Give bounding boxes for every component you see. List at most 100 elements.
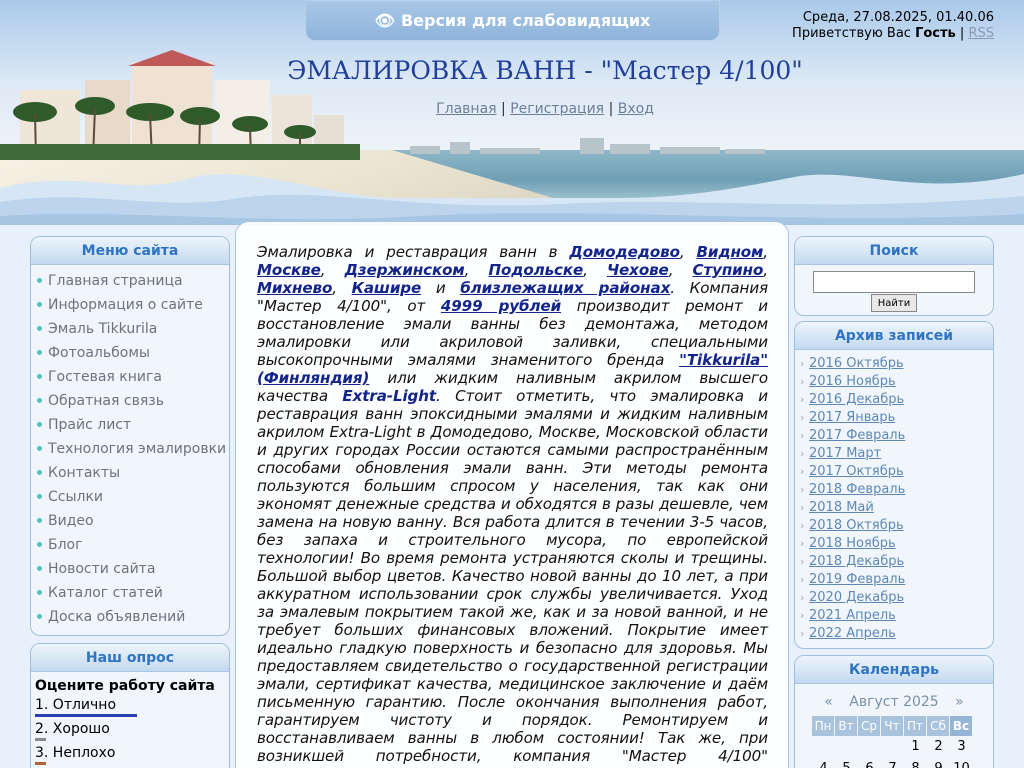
archive-item: 2018 Декабрь [800, 553, 993, 571]
calendar-prev-button[interactable]: « [818, 694, 839, 710]
nav-link-home[interactable]: Главная [436, 101, 496, 117]
archive-item: 2018 Октябрь [800, 517, 993, 535]
content-link[interactable]: Дзержинском [345, 261, 465, 279]
archive-link[interactable]: 2016 Ноябрь [809, 374, 896, 389]
sidebar-menu-item[interactable]: Ссылки [37, 485, 229, 509]
site-menu-list: Главная страница Информация о сайте Эмаль … [31, 265, 229, 629]
calendar-day: 6 [858, 758, 881, 768]
sidebar-menu-item[interactable]: Фотоальбомы [37, 341, 229, 365]
greeting-text: Приветствую Вас [792, 26, 911, 41]
archive-link[interactable]: 2021 Апрель [809, 608, 896, 623]
archive-link[interactable]: 2018 Май [809, 500, 874, 515]
calendar-day: 5 [835, 758, 858, 768]
calendar-day [812, 736, 835, 758]
content-link[interactable]: Ступино [692, 261, 763, 279]
archive-link[interactable]: 2022 Апрель [809, 626, 896, 641]
content-link[interactable]: Домодедово [569, 243, 680, 261]
poll-question: Оцените работу сайта [35, 678, 215, 694]
guest-name: Гость [915, 26, 956, 41]
content-text-segment: , [763, 243, 768, 261]
archive-list: 2016 Октябрь 2016 Ноябрь 2016 Декабрь 2017 … [795, 350, 993, 643]
calendar-weekday: Чт [881, 716, 904, 736]
archive-link[interactable]: 2018 Ноябрь [809, 536, 896, 551]
sidebar-menu-item[interactable]: Главная страница [37, 269, 229, 293]
header-banner: 👁 Версия для слабовидящих ЭМАЛИРОВКА ВАН… [0, 0, 1024, 225]
sidebar-menu-item[interactable]: Прайс лист [37, 413, 229, 437]
archive-item: 2018 Ноябрь [800, 535, 993, 553]
calendar-month-nav: « Август 2025 » [795, 694, 993, 710]
archive-link[interactable]: 2019 Февраль [809, 572, 905, 587]
poll-title: Наш опрос [31, 644, 229, 672]
calendar-next-button[interactable]: » [949, 694, 970, 710]
site-title: ЭМАЛИРОВКА ВАНН - "Мастер 4/100" [287, 56, 803, 85]
search-input[interactable] [813, 271, 975, 293]
sidebar-menu-item[interactable]: Информация о сайте [37, 293, 229, 317]
banner-water-splash-image [0, 174, 1024, 225]
nav-link-register[interactable]: Регистрация [510, 101, 604, 117]
content-link[interactable]: Чехове [607, 261, 669, 279]
sidebar-menu-item[interactable]: Видео [37, 509, 229, 533]
archive-title: Архив записей [795, 322, 993, 350]
sidebar-menu-item[interactable]: Эмаль Tikkurila [37, 317, 229, 341]
calendar-day: 7 [881, 758, 904, 768]
poll-body: Оцените работу сайта 1. Отлично 2. Хорошо… [31, 672, 229, 768]
content-link[interactable]: близлежащих районах [460, 279, 670, 297]
archive-link[interactable]: 2018 Февраль [809, 482, 905, 497]
content-text-segment: , [679, 243, 697, 261]
content-text-segment: , [583, 261, 607, 279]
archive-item: 2022 Апрель [800, 625, 993, 643]
calendar-day: 8 [904, 758, 927, 768]
content-link[interactable]: 4999 рублей [441, 297, 561, 315]
top-navigation: Главная | Регистрация | Вход [380, 101, 710, 117]
sidebar-menu-item[interactable]: Доска объявлений [37, 605, 229, 629]
nav-separator: | [959, 26, 965, 41]
intro-article-text: Эмалировка и реставрация ванн в Домодедо… [257, 243, 768, 768]
low-vision-version-label: Версия для слабовидящих [400, 11, 651, 30]
archive-link[interactable]: 2017 Март [809, 446, 881, 461]
calendar-weekday: Пт [904, 716, 927, 736]
sidebar-menu-item[interactable]: Контакты [37, 461, 229, 485]
site-menu-block: Меню сайта Главная страница Информация о … [30, 236, 230, 636]
archive-item: 2018 Февраль [800, 481, 993, 499]
search-title: Поиск [795, 237, 993, 265]
sidebar-menu-item[interactable]: Технология эмалировки [37, 437, 229, 461]
main-content: Эмалировка и реставрация ванн в Домодедо… [235, 221, 789, 768]
sidebar-menu-item[interactable]: Обратная связь [37, 389, 229, 413]
archive-link[interactable]: 2018 Октябрь [809, 518, 904, 533]
nav-link-login[interactable]: Вход [618, 101, 654, 117]
poll-option-label: 3. Неплохо [35, 745, 116, 761]
archive-item: 2020 Декабрь [800, 589, 993, 607]
archive-link[interactable]: 2016 Октябрь [809, 356, 904, 371]
search-form: Найти [795, 265, 993, 312]
low-vision-version-button[interactable]: 👁 Версия для слабовидящих [305, 0, 720, 41]
sidebar-menu-item[interactable]: Новости сайта [37, 557, 229, 581]
calendar-day: 3 [957, 739, 966, 754]
calendar-day: 9 [927, 758, 950, 768]
content-text-segment: , [668, 261, 693, 279]
calendar-weekday: Сб [927, 716, 950, 736]
calendar-block: Календарь « Август 2025 » Пн Вт Ср Чт Пт Сб Вс… [794, 655, 994, 768]
archive-item: 2017 Февраль [800, 427, 993, 445]
poll-option-label: 2. Хорошо [35, 721, 110, 737]
calendar-weekday: Пн [812, 716, 835, 736]
sidebar-menu-item[interactable]: Гостевая книга [37, 365, 229, 389]
archive-link[interactable]: 2016 Декабрь [809, 392, 904, 407]
search-button[interactable]: Найти [871, 294, 917, 312]
sidebar-menu-item[interactable]: Каталог статей [37, 581, 229, 605]
sidebar-menu-item[interactable]: Блог [37, 533, 229, 557]
content-link[interactable]: Кашире [352, 279, 422, 297]
rss-link[interactable]: RSS [968, 26, 994, 41]
archive-link[interactable]: 2017 Октябрь [809, 464, 904, 479]
content-link[interactable]: Видном [696, 243, 763, 261]
archive-link[interactable]: 2017 Февраль [809, 428, 905, 443]
archive-link[interactable]: 2020 Декабрь [809, 590, 904, 605]
content-link[interactable]: Михнево [257, 279, 332, 297]
poll-result-bar [35, 738, 46, 741]
archive-item: 2017 Март [800, 445, 993, 463]
archive-link[interactable]: 2018 Декабрь [809, 554, 904, 569]
calendar-month-label: Август 2025 [849, 694, 939, 710]
archive-link[interactable]: 2017 Январь [809, 410, 895, 425]
content-link[interactable]: Москве [257, 261, 321, 279]
poll-option-label: 1. Отлично [35, 697, 117, 713]
content-link[interactable]: Подольске [488, 261, 583, 279]
